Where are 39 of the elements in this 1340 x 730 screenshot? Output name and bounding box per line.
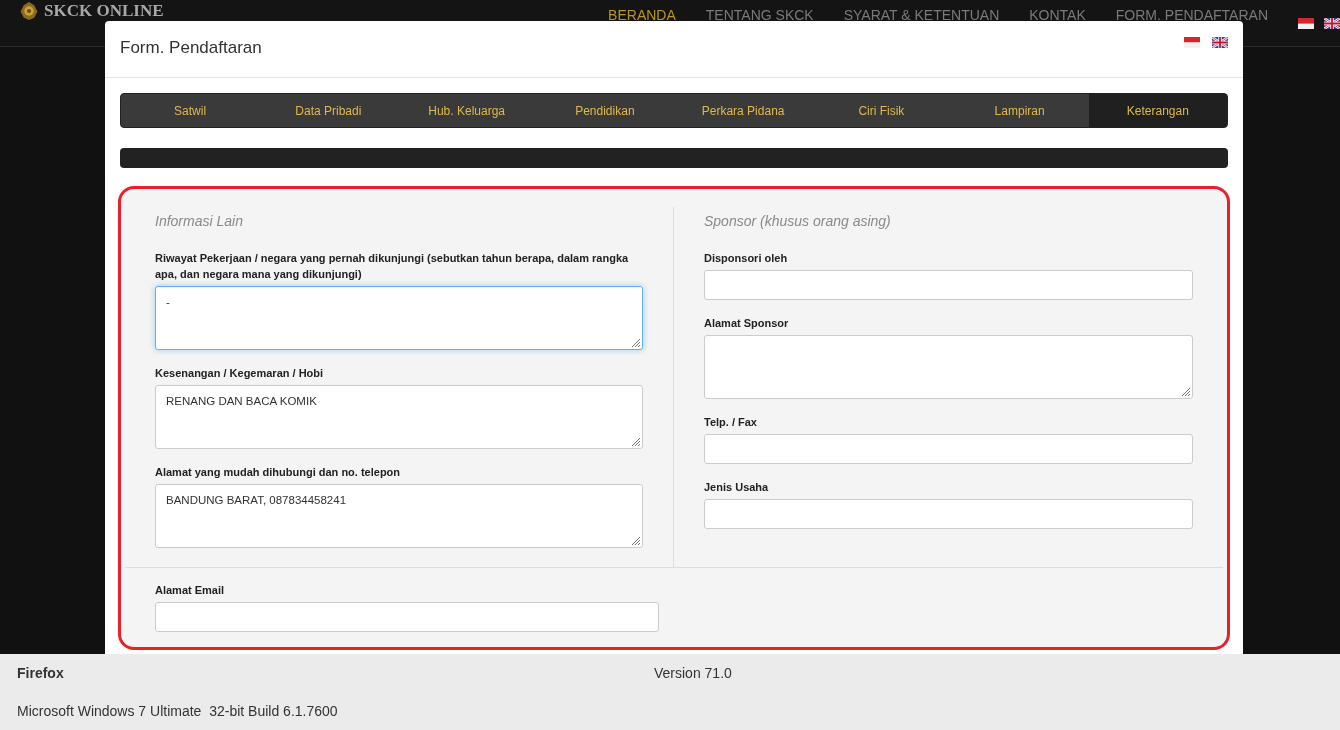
field-label: Kesenangan / Kegemaran / Hobi bbox=[155, 366, 325, 381]
tab[interactable]: Perkara Pidana bbox=[674, 94, 813, 127]
field-label: Alamat Sponsor bbox=[704, 316, 790, 331]
brand-name[interactable]: SKCK ONLINE bbox=[44, 2, 164, 20]
uk-flag-icon[interactable] bbox=[1212, 37, 1228, 48]
field-label: Telp. / Fax bbox=[704, 415, 758, 430]
tab[interactable]: Ciri Fisik bbox=[812, 94, 951, 127]
text-area[interactable]: BANDUNG BARAT, 087834458241 bbox=[155, 484, 643, 548]
tab[interactable]: Pendidikan bbox=[535, 94, 674, 127]
text-area[interactable]: - bbox=[155, 286, 643, 350]
uk-flag-icon[interactable] bbox=[1324, 18, 1340, 29]
text-input[interactable] bbox=[704, 270, 1193, 300]
browser-version: Version 71.0 bbox=[654, 665, 733, 681]
text-input[interactable] bbox=[704, 499, 1193, 529]
browser-name: Firefox bbox=[17, 665, 65, 681]
resize-grip-icon[interactable] bbox=[631, 437, 641, 447]
field-label: Jenis Usaha bbox=[704, 480, 770, 495]
modal-title: Form. Pendaftaran bbox=[120, 38, 262, 58]
tab[interactable]: Lampiran bbox=[950, 94, 1089, 127]
os-info: Microsoft Windows 7 Ultimate 32-bit Build 6.1.7600 bbox=[17, 703, 339, 719]
indonesia-flag-icon[interactable] bbox=[1298, 18, 1314, 29]
tab[interactable]: Satwil bbox=[121, 94, 260, 127]
field-label: Alamat Email bbox=[155, 583, 226, 598]
text-input[interactable] bbox=[155, 602, 659, 632]
field-label: Disponsori oleh bbox=[704, 251, 789, 266]
indonesia-flag-icon[interactable] bbox=[1184, 37, 1200, 48]
resize-grip-icon[interactable] bbox=[631, 536, 641, 546]
resize-grip-icon[interactable] bbox=[631, 338, 641, 348]
field-label: Alamat yang mudah dihubungi dan no. telepon bbox=[155, 465, 402, 480]
tab[interactable]: Data Pribadi bbox=[259, 94, 398, 127]
section-heading: Sponsor (khusus orang asing) bbox=[704, 213, 892, 229]
field-label: Riwayat Pekerjaan / negara yang pernah dikunjungi (sebutkan tahun berapa, dalam rangka apa, dan negara mana yang dikunjungi) bbox=[155, 251, 630, 282]
section-heading: Informasi Lain bbox=[155, 213, 244, 229]
text-input[interactable] bbox=[704, 434, 1193, 464]
text-area[interactable]: RENANG DAN BACA KOMIK bbox=[155, 385, 643, 449]
tab[interactable]: Hub. Keluarga bbox=[397, 94, 536, 127]
resize-grip-icon[interactable] bbox=[1181, 387, 1191, 397]
emblem-icon bbox=[18, 1, 40, 21]
tab[interactable]: Keterangan bbox=[1088, 94, 1227, 127]
